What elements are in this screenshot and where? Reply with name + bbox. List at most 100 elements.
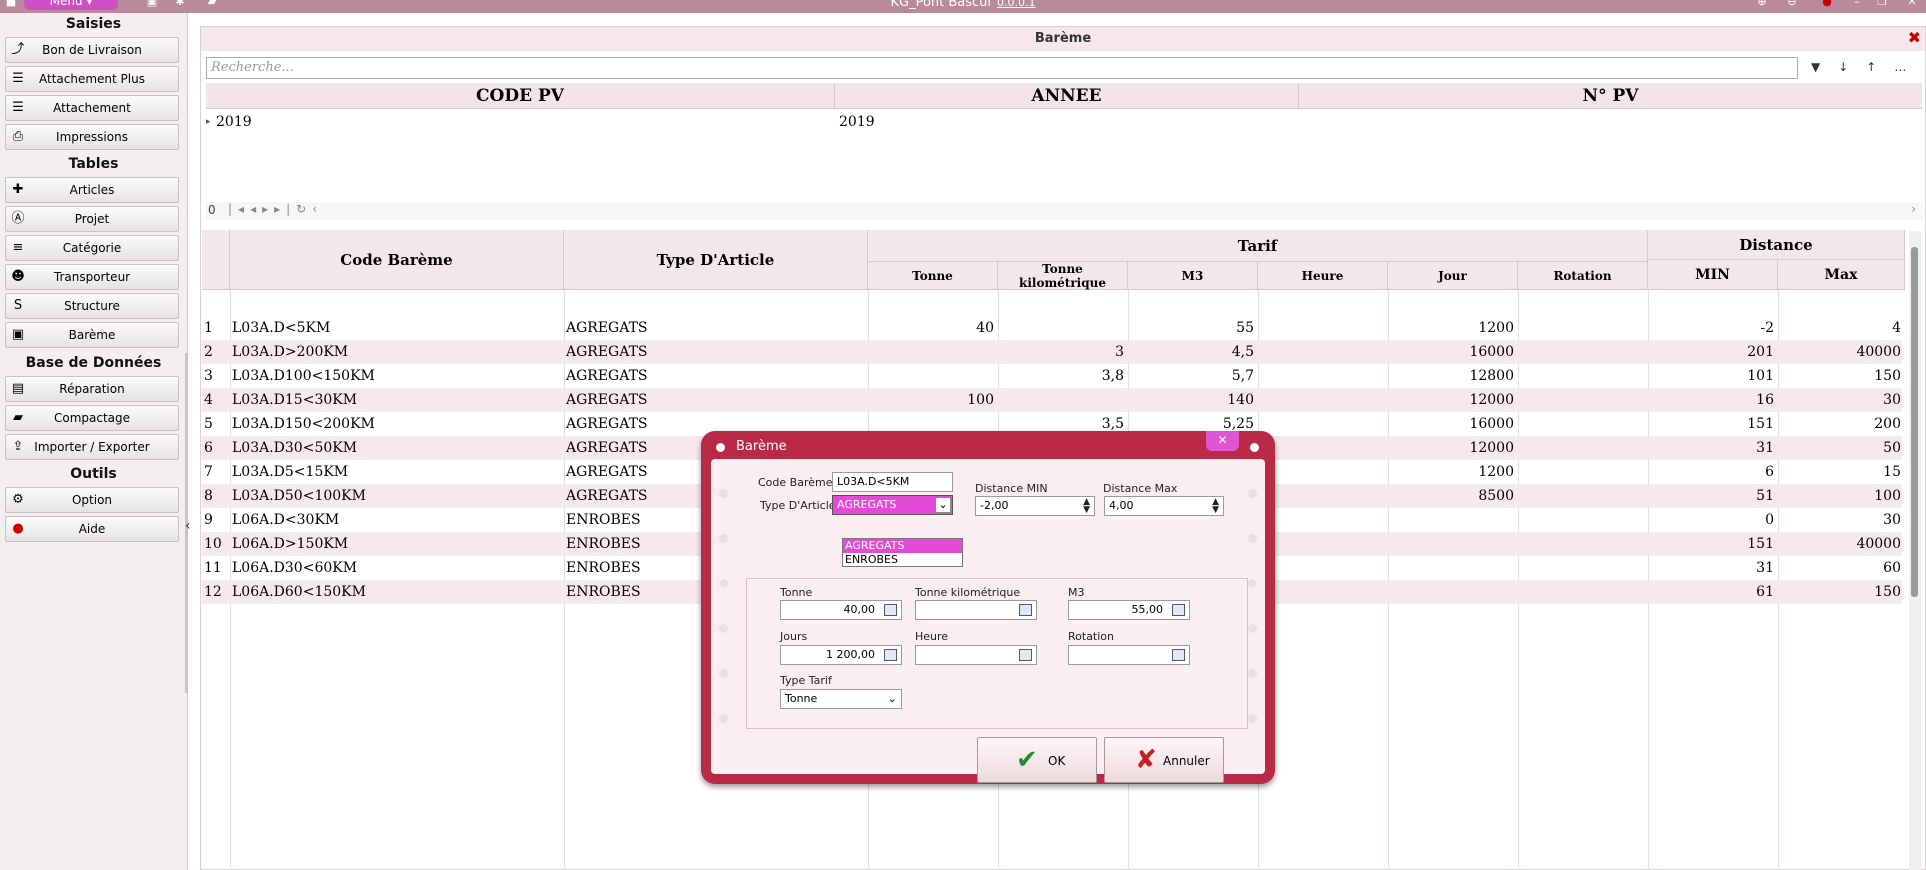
cell-rot [1518, 340, 1644, 364]
sidebar-item-impressions[interactable]: ⎙ Impressions [5, 124, 179, 150]
calculator-icon[interactable] [884, 604, 897, 616]
road-icon: Ⓐ [11, 211, 25, 226]
type-article-select[interactable]: AGREGATS ⌄ [832, 495, 953, 515]
sidebar-item-categorie[interactable]: ≡ Catégorie [5, 235, 179, 261]
table-row[interactable]: ▸ 2019 2019 [206, 110, 1922, 134]
option-enrobes[interactable]: ENROBES [843, 553, 962, 567]
m3-value: 55,00 [1131, 603, 1164, 616]
distance-min-input[interactable]: -2,00 ▲ ▼ [975, 496, 1095, 516]
scroll-right-icon[interactable]: › [1911, 202, 1916, 216]
table-row[interactable]: 3 L03A.D100<150KM AGREGATS 3,8 5,7 12800 101 15… [202, 364, 1902, 388]
code-bareme-input[interactable]: L03A.D<5KM [832, 472, 953, 492]
cancel-button[interactable]: ✘ Annuler [1104, 737, 1224, 783]
sidebar-item-compactage[interactable]: ▰ Compactage [5, 405, 179, 431]
cell-tonne: 40 [976, 320, 994, 336]
collapse-arrow-icon[interactable]: ‹ [185, 518, 191, 534]
col-tonne-km[interactable]: Tonne kilométrique [998, 262, 1128, 290]
cell-min: 16 [1756, 392, 1774, 408]
calculator-icon[interactable] [1172, 649, 1185, 661]
cell-heure [1258, 412, 1384, 436]
window-title: KG_Pont Bascul 0.0.0.1 [0, 0, 1926, 10]
col-tonne[interactable]: Tonne [868, 262, 998, 290]
table-row[interactable]: 2 L03A.D>200KM AGREGATS 3 4,5 16000 201 40000 [202, 340, 1902, 364]
tonne-km-input[interactable] [915, 600, 1037, 620]
distance-max-input[interactable]: 4,00 ▲ ▼ [1104, 496, 1224, 516]
list-icon: ☰ [12, 71, 24, 86]
sidebar-item-attachement[interactable]: ☰ Attachement [5, 95, 179, 121]
spinner-icon[interactable]: ▲ ▼ [1212, 498, 1219, 515]
option-agregats[interactable]: AGREGATS [843, 539, 962, 553]
upload-icon[interactable]: ↑ [1866, 60, 1894, 74]
zoom-out-icon[interactable]: ⊖ [1785, 0, 1799, 9]
restore-icon[interactable]: ❐ [1875, 0, 1889, 9]
cell-min: 51 [1756, 488, 1774, 504]
dialog-close-button[interactable]: ✕ [1206, 431, 1239, 451]
search-input-top[interactable]: Recherche... [206, 57, 1798, 79]
col-code-bareme[interactable]: Code Barème [230, 230, 564, 290]
sidebar-item-transporteur[interactable]: ☻ Transporteur [5, 264, 179, 290]
zoom-in-icon[interactable]: ⊕ [1755, 0, 1769, 9]
col-heure[interactable]: Heure [1258, 262, 1388, 290]
col-rotation[interactable]: Rotation [1518, 262, 1648, 290]
cell-tkm: 3,8 [1101, 368, 1124, 384]
sidebar-item-importer-exporter[interactable]: ⇪ Importer / Exporter [5, 434, 179, 460]
cell-min: 201 [1747, 344, 1774, 360]
col-min[interactable]: MIN [1648, 260, 1778, 290]
type-article-dropdown: AGREGATS ENROBES [842, 538, 963, 567]
download-icon[interactable]: ↓ [1838, 60, 1866, 74]
help-icon[interactable]: ● [1820, 0, 1834, 9]
col-code-pv[interactable]: CODE PV [206, 83, 835, 109]
m3-input[interactable]: 55,00 [1068, 600, 1190, 620]
col-num-pv[interactable]: N° PV [1299, 83, 1922, 109]
ok-button[interactable]: ✔ OK [977, 737, 1097, 783]
spinner-icon[interactable]: ▲ ▼ [1083, 498, 1090, 515]
vertical-scrollbar[interactable] [1909, 231, 1921, 870]
cell-jour: 12800 [1469, 368, 1514, 384]
calculator-icon[interactable] [1172, 604, 1185, 616]
sidebar-item-bareme[interactable]: ▣ Barème [5, 322, 179, 348]
col-jour[interactable]: Jour [1388, 262, 1518, 290]
sidebar-item-structure[interactable]: S Structure [5, 293, 179, 319]
sidebar-item-projet[interactable]: Ⓐ Projet [5, 206, 179, 232]
more-icon[interactable]: … [1894, 60, 1924, 74]
panel-close-icon[interactable]: ✖ [1908, 29, 1921, 47]
row-expand-icon[interactable]: ▸ [206, 110, 211, 134]
calculator-icon[interactable] [1019, 649, 1032, 661]
rotation-input[interactable] [1068, 645, 1190, 665]
pager-nav-icons[interactable]: |◂◂▸▸|↻‹ [228, 202, 323, 216]
table-row[interactable]: 1 L03A.D<5KM AGREGATS 40 55 1200 -2 4 [202, 316, 1902, 340]
sidebar-item-attachement-plus[interactable]: ☰ Attachement Plus [5, 66, 179, 92]
cell-min: 6 [1765, 464, 1774, 480]
sidebar-item-option[interactable]: ⚙ Option [5, 487, 179, 513]
filter-icon[interactable]: ▼ [1811, 60, 1838, 74]
sidebar-item-aide[interactable]: ● Aide [5, 516, 179, 542]
col-max[interactable]: Max [1778, 260, 1905, 290]
col-m3[interactable]: M3 [1128, 262, 1258, 290]
heure-input[interactable] [915, 645, 1037, 665]
table-row[interactable]: 4 L03A.D15<30KM AGREGATS 100 140 12000 16 30 [202, 388, 1902, 412]
cell-m3: 4,5 [1231, 344, 1254, 360]
chevron-down-icon[interactable]: ⌄ [935, 497, 951, 513]
distance-max-label: Distance Max [1103, 482, 1178, 495]
col-annee[interactable]: ANNEE [835, 83, 1299, 109]
cell-max: 4 [1892, 320, 1901, 336]
type-tarif-select[interactable]: Tonne ⌄ [780, 689, 902, 709]
cell-n: 1 [204, 320, 213, 336]
calculator-icon[interactable] [1019, 604, 1032, 616]
jours-input[interactable]: 1 200,00 [780, 645, 902, 665]
cell-n: 5 [204, 416, 213, 432]
cell-jour [1388, 508, 1514, 532]
sidebar-item-articles[interactable]: ✚ Articles [5, 177, 179, 203]
minimize-icon[interactable]: – [1850, 0, 1864, 9]
window-close-icon[interactable]: ✕ [1905, 0, 1919, 9]
ring-hole [719, 489, 728, 498]
ring-hole [719, 669, 728, 678]
cell-heure [1258, 532, 1384, 556]
sidebar-item-bon-de-livraison[interactable]: ⤴ Bon de Livraison [5, 37, 179, 63]
sidebar-item-reparation[interactable]: ▤ Réparation [5, 376, 179, 402]
chevron-down-icon[interactable]: ⌄ [888, 690, 897, 708]
tonne-input[interactable]: 40,00 [780, 600, 902, 620]
calculator-icon[interactable] [884, 649, 897, 661]
scrollbar-thumb[interactable] [1911, 247, 1918, 597]
col-type-article[interactable]: Type D'Article [564, 230, 868, 290]
